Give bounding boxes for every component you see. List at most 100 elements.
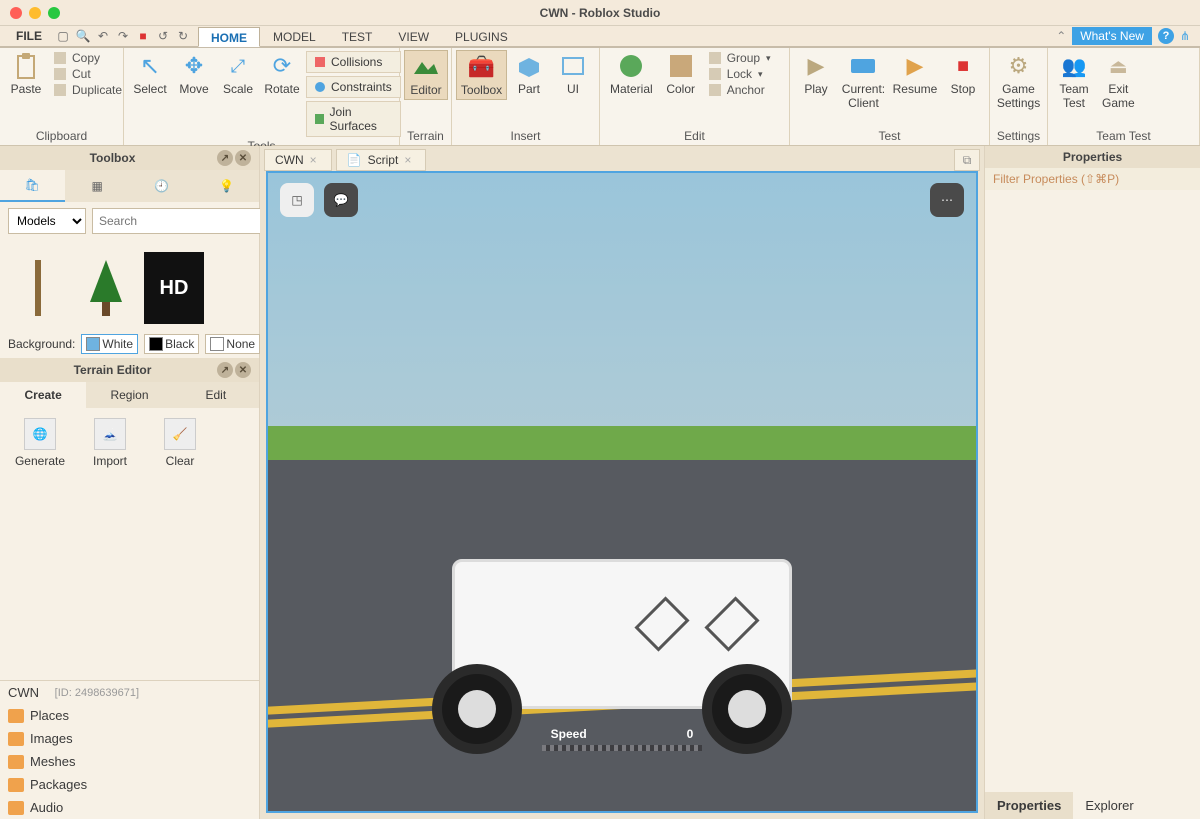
explorer-game-row[interactable]: CWN [ID: 2498639671] — [0, 681, 259, 704]
part-button[interactable]: Part — [507, 50, 551, 98]
toolbox-tab-creations[interactable]: 💡 — [194, 170, 259, 202]
toolbox-tab-inventory[interactable]: ▦ — [65, 170, 130, 202]
terrain-import-button[interactable]: 🗻Import — [80, 418, 140, 468]
undock-icon[interactable]: ↗ — [217, 150, 233, 166]
toolbox-button[interactable]: 🧰Toolbox — [456, 50, 507, 100]
speed-value: 0 — [687, 727, 694, 741]
lock-button[interactable]: Lock ▾ — [709, 66, 771, 82]
undo-icon[interactable]: ↶ — [96, 29, 110, 43]
toolbox-search-input[interactable] — [92, 208, 261, 234]
terrain-editor-button[interactable]: Editor — [404, 50, 448, 100]
toolbox-tab-recent[interactable]: 🕘 — [130, 170, 195, 202]
paste-button[interactable]: Paste — [4, 50, 48, 98]
doc-tab-script[interactable]: 📄Script× — [336, 149, 427, 171]
bg-white-button[interactable]: White — [81, 334, 138, 354]
properties-panel: Properties Filter Properties (⇧⌘P) Prope… — [984, 146, 1200, 819]
share-icon[interactable]: ⋔ — [1180, 29, 1190, 43]
collisions-button[interactable]: Collisions — [306, 51, 401, 73]
close-window-icon[interactable] — [10, 7, 22, 19]
viewport-logo-icon[interactable]: ◳ — [280, 183, 314, 217]
explorer-folder-places[interactable]: Places — [0, 704, 259, 727]
toolbox-category-select[interactable]: Models — [8, 208, 86, 234]
rotate-button[interactable]: ⟳Rotate — [260, 50, 304, 98]
terrain-tab-create[interactable]: Create — [0, 382, 86, 408]
ui-button[interactable]: UI — [551, 50, 595, 98]
mac-titlebar: CWN - Roblox Studio — [0, 0, 1200, 26]
doc-tab-cwn[interactable]: CWN× — [264, 149, 332, 171]
select-button[interactable]: ↖Select — [128, 50, 172, 98]
explorer-folder-packages[interactable]: Packages — [0, 773, 259, 796]
game-settings-button[interactable]: ⚙GameSettings — [994, 50, 1043, 112]
help-icon[interactable]: ? — [1158, 28, 1174, 44]
copy-button[interactable]: Copy — [54, 50, 122, 66]
join-surfaces-button[interactable]: Join Surfaces — [306, 101, 401, 137]
bg-black-button[interactable]: Black — [144, 334, 199, 354]
tab-plugins[interactable]: PLUGINS — [442, 26, 521, 46]
close-panel-icon[interactable]: ✕ — [235, 150, 251, 166]
terrain-editor-title: Terrain Editor — [8, 363, 217, 377]
bg-none-button[interactable]: None — [205, 334, 260, 354]
explorer-folder-audio[interactable]: Audio — [0, 796, 259, 819]
explorer-folder-meshes[interactable]: Meshes — [0, 750, 259, 773]
toolbox-item[interactable] — [76, 252, 136, 324]
toolbox-item[interactable] — [8, 252, 68, 324]
tab-model[interactable]: MODEL — [260, 26, 329, 46]
toolbox-item[interactable]: HD — [144, 252, 204, 324]
stop-icon[interactable]: ■ — [136, 29, 150, 43]
tab-view[interactable]: VIEW — [385, 26, 442, 46]
explorer-tab[interactable]: Explorer — [1073, 792, 1145, 819]
menu-bar: FILE ▢ 🔍 ↶ ↷ ■ ↺ ↻ HOME MODEL TEST VIEW … — [0, 26, 1200, 48]
group-clipboard-label: Clipboard — [4, 128, 119, 145]
properties-filter[interactable]: Filter Properties (⇧⌘P) — [985, 168, 1200, 190]
group-terrain-label: Terrain — [404, 128, 447, 145]
close-tab-icon[interactable]: × — [404, 153, 411, 167]
duplicate-button[interactable]: Duplicate — [54, 82, 122, 98]
whats-new-button[interactable]: What's New — [1072, 27, 1152, 45]
group-team-test-label: Team Test — [1052, 128, 1195, 145]
stop-button[interactable]: ■Stop — [941, 50, 985, 98]
tab-test[interactable]: TEST — [329, 26, 386, 46]
minimize-window-icon[interactable] — [29, 7, 41, 19]
team-test-button[interactable]: 👥TeamTest — [1052, 50, 1096, 112]
undock-icon[interactable]: ↗ — [217, 362, 233, 378]
new-file-icon[interactable]: ▢ — [56, 29, 70, 43]
terrain-tab-edit[interactable]: Edit — [173, 382, 259, 408]
terrain-generate-button[interactable]: 🌐Generate — [10, 418, 70, 468]
ribbon: Paste Copy Cut Duplicate Clipboard ↖Sele… — [0, 48, 1200, 146]
file-menu[interactable]: FILE — [10, 27, 48, 45]
color-button[interactable]: Color — [659, 50, 703, 98]
play-button[interactable]: ▶Play — [794, 50, 838, 98]
scale-button[interactable]: ⤢Scale — [216, 50, 260, 98]
terrain-tab-region[interactable]: Region — [86, 382, 172, 408]
viewport-chat-icon[interactable]: 💬 — [324, 183, 358, 217]
anchor-button[interactable]: Anchor — [709, 82, 771, 98]
viewport-menu-icon[interactable]: ⋯ — [930, 183, 964, 217]
window-title: CWN - Roblox Studio — [540, 6, 661, 20]
bg-label: Background: — [8, 337, 75, 351]
properties-tab[interactable]: Properties — [985, 792, 1073, 819]
tab-home[interactable]: HOME — [198, 27, 260, 47]
history-forward-icon[interactable]: ↻ — [176, 29, 190, 43]
properties-title: Properties — [993, 150, 1192, 164]
explorer-folder-images[interactable]: Images — [0, 727, 259, 750]
close-tab-icon[interactable]: × — [310, 153, 317, 167]
fullscreen-window-icon[interactable] — [48, 7, 60, 19]
history-back-icon[interactable]: ↺ — [156, 29, 170, 43]
collapse-ribbon-icon[interactable]: ⌃ — [1056, 29, 1066, 43]
toolbox-tab-marketplace[interactable]: 🛍 — [0, 170, 65, 202]
resume-button[interactable]: ▶Resume — [889, 50, 941, 98]
close-panel-icon[interactable]: ✕ — [235, 362, 251, 378]
group-test-label: Test — [794, 128, 985, 145]
current-client-button[interactable]: Current:Client — [838, 50, 889, 112]
exit-game-button[interactable]: ⏏ExitGame — [1096, 50, 1141, 112]
cut-button[interactable]: Cut — [54, 66, 122, 82]
constraints-button[interactable]: Constraints — [306, 76, 401, 98]
group-button[interactable]: Group ▾ — [709, 50, 771, 66]
terrain-clear-button[interactable]: 🧹Clear — [150, 418, 210, 468]
material-button[interactable]: Material — [604, 50, 659, 98]
find-icon[interactable]: 🔍 — [76, 29, 90, 43]
redo-icon[interactable]: ↷ — [116, 29, 130, 43]
viewport-3d[interactable]: ◳ 💬 ⋯ Speed0 — [266, 171, 978, 813]
move-button[interactable]: ✥Move — [172, 50, 216, 98]
dock-icon[interactable]: ⧉ — [954, 149, 980, 171]
